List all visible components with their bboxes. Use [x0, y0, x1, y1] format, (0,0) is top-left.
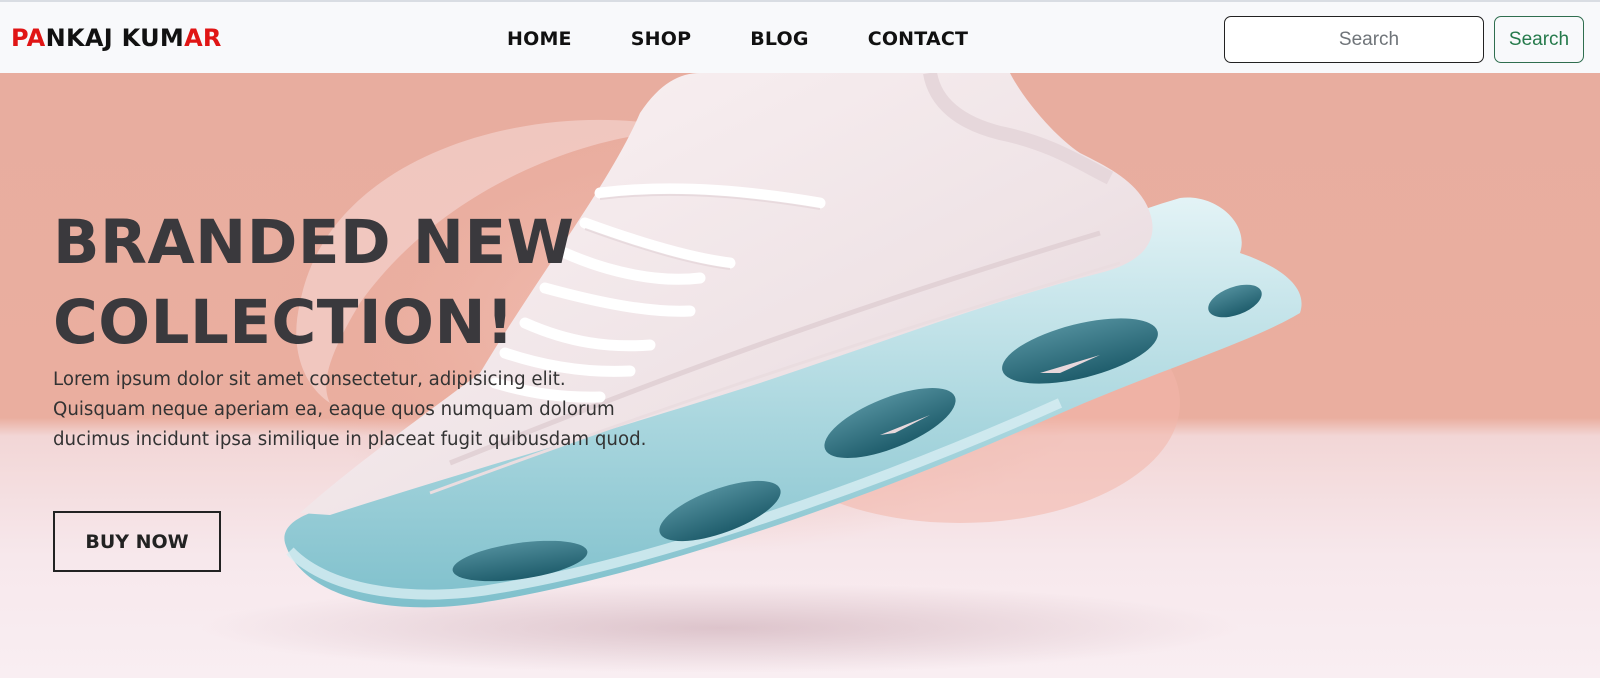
search-button[interactable]: Search — [1494, 16, 1584, 63]
hero-title: BRANDED NEW COLLECTION! — [53, 203, 673, 363]
buy-now-button[interactable]: BUY NOW — [53, 511, 221, 572]
hero-text-line-2: Quisquam neque aperiam ea, eaque quos nu… — [53, 399, 615, 420]
navbar: PANKAJ KUMAR HOME SHOP BLOG CONTACT Sear… — [0, 0, 1600, 73]
brand-accent-start: PA — [11, 24, 46, 52]
hero-description: Lorem ipsum dolor sit amet consectetur, … — [53, 365, 663, 455]
nav-link-contact[interactable]: CONTACT — [868, 28, 969, 50]
brand-accent-end: AR — [184, 24, 222, 52]
search-form: Search — [1224, 16, 1584, 63]
search-input[interactable] — [1224, 16, 1484, 63]
hero-text-line-1: Lorem ipsum dolor sit amet consectetur, … — [53, 369, 566, 390]
nav-links: HOME SHOP BLOG CONTACT — [507, 28, 1027, 50]
nav-link-blog[interactable]: BLOG — [750, 28, 808, 50]
nav-link-shop[interactable]: SHOP — [631, 28, 691, 50]
brand-logo[interactable]: PANKAJ KUMAR — [11, 24, 222, 52]
hero-text-line-3: ducimus incidunt ipsa similique in place… — [53, 429, 647, 450]
hero-title-line-1: BRANDED NEW — [53, 207, 575, 278]
nav-link-home[interactable]: HOME — [507, 28, 572, 50]
hero-banner: BRANDED NEW COLLECTION! Lorem ipsum dolo… — [0, 73, 1600, 678]
brand-middle: NKAJ KUM — [45, 24, 185, 52]
hero-title-line-2: COLLECTION! — [53, 287, 515, 358]
